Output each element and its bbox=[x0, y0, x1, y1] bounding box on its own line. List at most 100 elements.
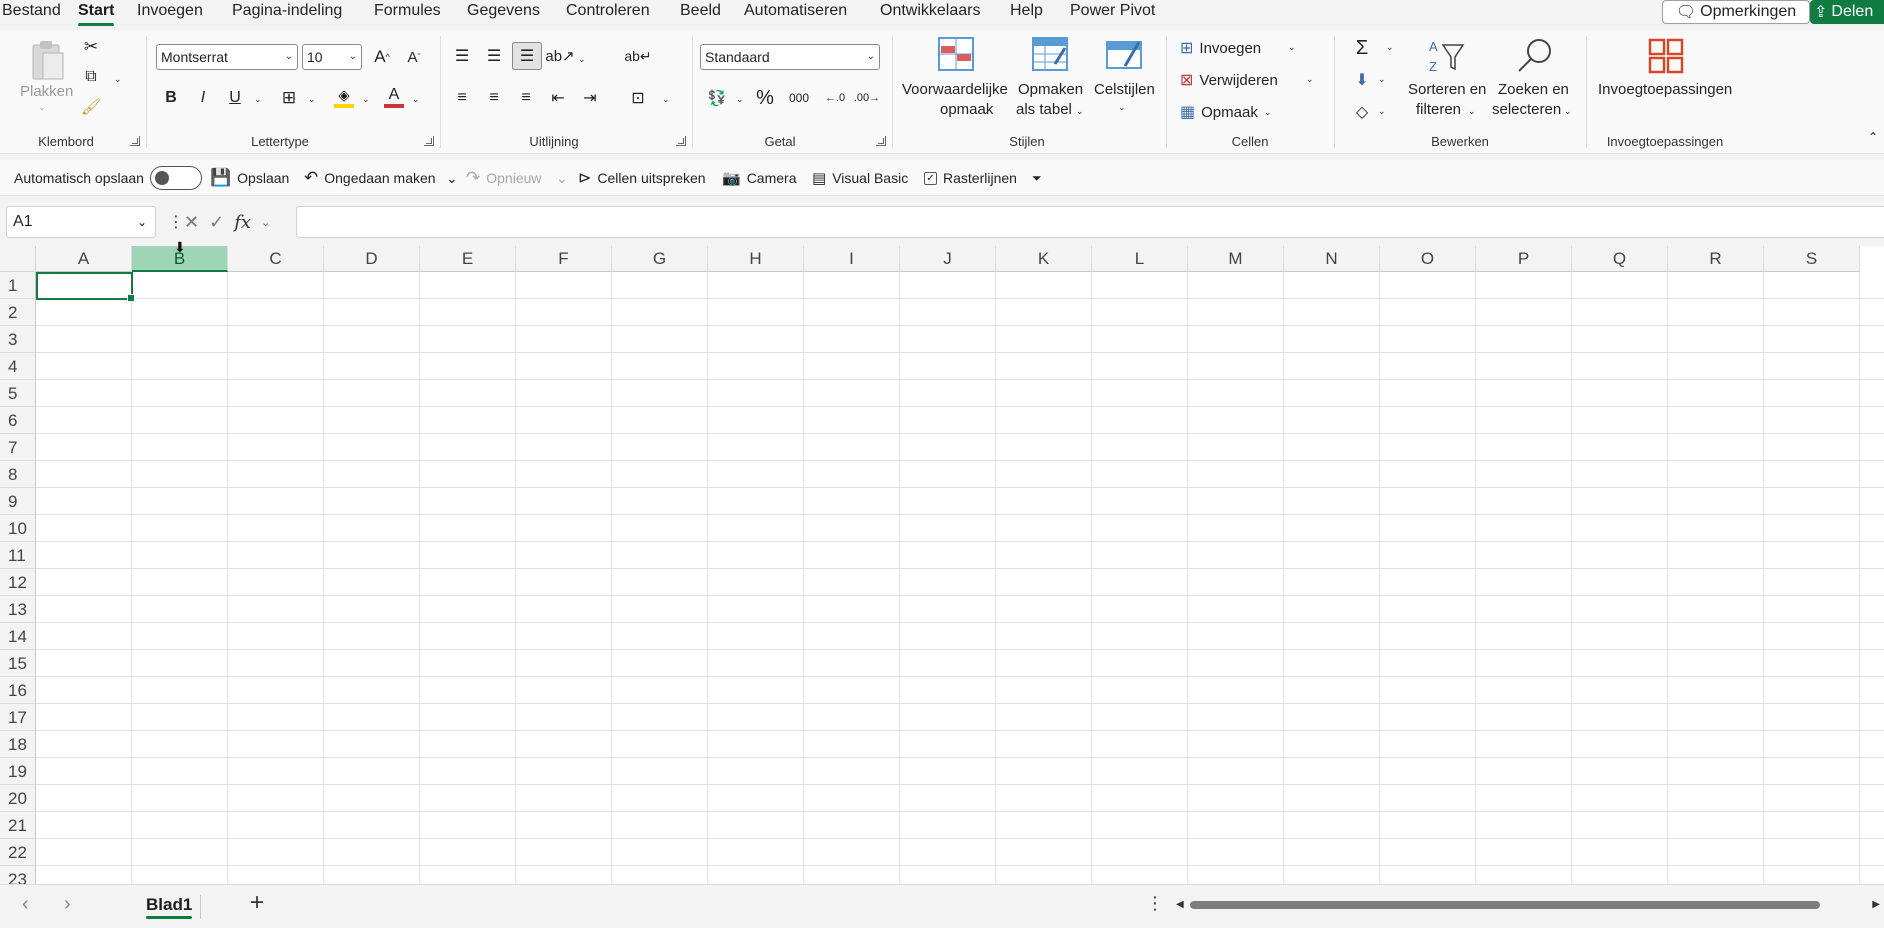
visual-basic-button[interactable]: ▤ Visual Basic bbox=[812, 160, 908, 196]
add-sheet-button[interactable]: + bbox=[250, 889, 264, 917]
chevron-down-icon[interactable]: ⌄ bbox=[261, 216, 270, 229]
autosave-toggle[interactable] bbox=[149, 166, 202, 190]
tab-gegevens[interactable]: Gegevens bbox=[467, 0, 540, 22]
wrap-text-icon[interactable]: ab↵ bbox=[624, 44, 651, 68]
row-header-4[interactable]: 4 bbox=[0, 353, 36, 380]
insert-function-icon[interactable]: fx bbox=[234, 212, 251, 233]
fill-dropdown-icon[interactable]: ⌄ bbox=[1378, 74, 1386, 85]
italic-button[interactable]: I bbox=[192, 86, 214, 110]
format-painter-icon[interactable]: 🖌 bbox=[80, 96, 102, 118]
number-format-combo[interactable]: Standaard ⌄ bbox=[700, 44, 880, 70]
align-bottom-icon[interactable]: ☰ bbox=[512, 42, 542, 70]
clipboard-launcher-icon[interactable] bbox=[130, 136, 140, 146]
conditional-formatting-button[interactable] bbox=[936, 34, 976, 74]
column-header-R[interactable]: R bbox=[1668, 246, 1764, 272]
camera-button[interactable]: 📷 Camera bbox=[722, 160, 796, 196]
insert-cells-button[interactable]: ⊞ Invoegen bbox=[1180, 36, 1261, 60]
row-header-13[interactable]: 13 bbox=[0, 596, 36, 623]
row-header-20[interactable]: 20 bbox=[0, 785, 36, 812]
increase-indent-icon[interactable]: ⇥ bbox=[578, 86, 602, 110]
row-header-6[interactable]: 6 bbox=[0, 407, 36, 434]
find-select-button[interactable] bbox=[1514, 36, 1554, 76]
copy-dropdown-icon[interactable]: ⌄ bbox=[114, 74, 122, 85]
font-color-button[interactable]: A bbox=[382, 82, 406, 112]
save-button[interactable]: 💾 Opslaan bbox=[210, 160, 289, 196]
borders-dropdown-icon[interactable]: ⌄ bbox=[308, 94, 316, 105]
row-header-19[interactable]: 19 bbox=[0, 758, 36, 785]
clear-icon[interactable]: ◇ bbox=[1350, 100, 1374, 124]
column-header-J[interactable]: J bbox=[900, 246, 996, 272]
more-options-icon[interactable]: ⋮ bbox=[1146, 893, 1164, 914]
tab-bestand[interactable]: Bestand bbox=[2, 0, 61, 22]
increase-decimal-icon[interactable]: ←.0 bbox=[822, 86, 848, 110]
format-cells-button[interactable]: ▦ Opmaak ⌄ bbox=[1180, 100, 1271, 124]
scrollbar-thumb[interactable] bbox=[1190, 901, 1820, 909]
format-as-table-button[interactable] bbox=[1030, 34, 1070, 74]
tab-ontwikkelaars[interactable]: Ontwikkelaars bbox=[880, 0, 980, 22]
row-header-17[interactable]: 17 bbox=[0, 704, 36, 731]
scroll-right-icon[interactable]: ▶ bbox=[1872, 899, 1880, 910]
fill-icon[interactable]: ⬇ bbox=[1350, 68, 1374, 92]
redo-button[interactable]: ↷ Opnieuw bbox=[466, 160, 542, 196]
bold-button[interactable]: B bbox=[160, 86, 182, 110]
paste-dropdown-icon[interactable]: ⌄ bbox=[38, 102, 46, 113]
orientation-dropdown-icon[interactable]: ⌄ bbox=[578, 54, 586, 65]
undo-dropdown-icon[interactable]: ⌄ bbox=[446, 160, 458, 196]
row-header-14[interactable]: 14 bbox=[0, 623, 36, 650]
font-color-dropdown-icon[interactable]: ⌄ bbox=[412, 94, 420, 105]
row-header-9[interactable]: 9 bbox=[0, 488, 36, 515]
fill-color-button[interactable]: ◈ bbox=[332, 82, 356, 112]
align-middle-icon[interactable]: ☰ bbox=[482, 44, 506, 68]
column-header-H[interactable]: H bbox=[708, 246, 804, 272]
cut-icon[interactable]: ✂ bbox=[80, 36, 102, 58]
row-header-3[interactable]: 3 bbox=[0, 326, 36, 353]
prev-sheet-icon[interactable]: ‹ bbox=[22, 893, 29, 916]
underline-button[interactable]: U bbox=[224, 86, 246, 110]
copy-icon[interactable]: ⧉ bbox=[80, 66, 102, 88]
column-header-N[interactable]: N bbox=[1284, 246, 1380, 272]
delete-cells-button[interactable]: ⊠ Verwijderen bbox=[1180, 68, 1278, 92]
select-all-corner[interactable] bbox=[0, 246, 36, 272]
sort-filter-button[interactable]: A Z bbox=[1426, 36, 1466, 76]
orientation-icon[interactable]: ab↗ bbox=[545, 44, 574, 68]
currency-icon[interactable]: 💱 bbox=[704, 86, 730, 110]
column-header-K[interactable]: K bbox=[996, 246, 1092, 272]
tab-controleren[interactable]: Controleren bbox=[566, 0, 650, 22]
cancel-icon[interactable]: ✕ bbox=[184, 212, 199, 233]
borders-icon[interactable]: ⊞ bbox=[278, 86, 300, 110]
row-header-18[interactable]: 18 bbox=[0, 731, 36, 758]
row-header-1[interactable]: 1 bbox=[0, 272, 36, 299]
merge-center-icon[interactable]: ⊡ bbox=[626, 86, 650, 110]
column-header-F[interactable]: F bbox=[516, 246, 612, 272]
column-header-D[interactable]: D bbox=[324, 246, 420, 272]
thousands-separator-button[interactable]: 000 bbox=[784, 86, 814, 110]
tab-beeld[interactable]: Beeld bbox=[680, 0, 721, 22]
column-header-C[interactable]: C bbox=[228, 246, 324, 272]
column-header-M[interactable]: M bbox=[1188, 246, 1284, 272]
addins-button[interactable] bbox=[1646, 36, 1686, 76]
row-header-11[interactable]: 11 bbox=[0, 542, 36, 569]
column-header-S[interactable]: S bbox=[1764, 246, 1860, 272]
row-header-7[interactable]: 7 bbox=[0, 434, 36, 461]
underline-dropdown-icon[interactable]: ⌄ bbox=[254, 94, 262, 105]
font-name-combo[interactable]: Montserrat ⌄ bbox=[156, 44, 298, 70]
column-header-O[interactable]: O bbox=[1380, 246, 1476, 272]
decrease-decimal-icon[interactable]: .00→ bbox=[854, 86, 880, 110]
currency-dropdown-icon[interactable]: ⌄ bbox=[736, 94, 744, 105]
redo-dropdown-icon[interactable]: ⌄ bbox=[556, 160, 568, 196]
column-header-I[interactable]: I bbox=[804, 246, 900, 272]
tab-pagina-indeling[interactable]: Pagina-indeling bbox=[232, 0, 342, 22]
tab-automatiseren[interactable]: Automatiseren bbox=[744, 0, 847, 22]
formula-input[interactable] bbox=[296, 206, 1884, 238]
autosum-icon[interactable]: Σ bbox=[1350, 36, 1374, 60]
gridlines-checkbox[interactable]: ✓ Rasterlijnen bbox=[924, 160, 1017, 196]
alignment-launcher-icon[interactable] bbox=[676, 136, 686, 146]
increase-font-icon[interactable]: A ^ bbox=[370, 46, 394, 68]
confirm-icon[interactable]: ✓ bbox=[209, 212, 224, 233]
decrease-font-icon[interactable]: Aˇ bbox=[402, 46, 426, 68]
tab-invoegen[interactable]: Invoegen bbox=[137, 0, 203, 22]
align-center-icon[interactable]: ≡ bbox=[482, 86, 506, 110]
row-header-8[interactable]: 8 bbox=[0, 461, 36, 488]
row-header-22[interactable]: 22 bbox=[0, 839, 36, 866]
active-cell-A1[interactable] bbox=[36, 272, 135, 302]
